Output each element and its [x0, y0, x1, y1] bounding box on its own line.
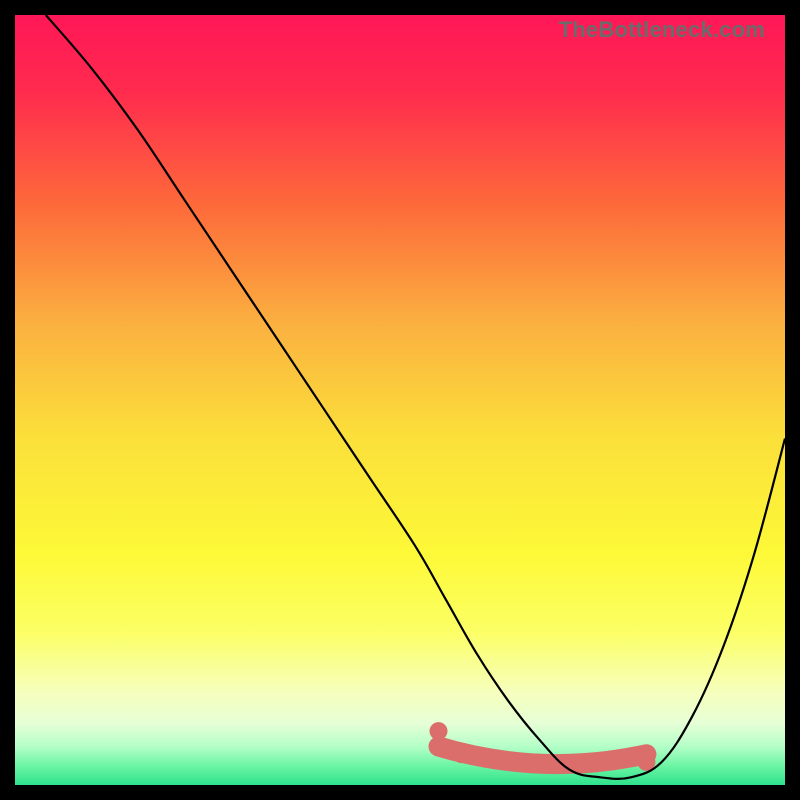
watermark-text: TheBottleneck.com: [559, 17, 765, 43]
curve-marker: [430, 722, 448, 740]
bottleneck-chart: [15, 15, 785, 785]
chart-frame: TheBottleneck.com: [15, 15, 785, 785]
gradient-background: [15, 15, 785, 785]
curve-marker: [453, 745, 471, 763]
